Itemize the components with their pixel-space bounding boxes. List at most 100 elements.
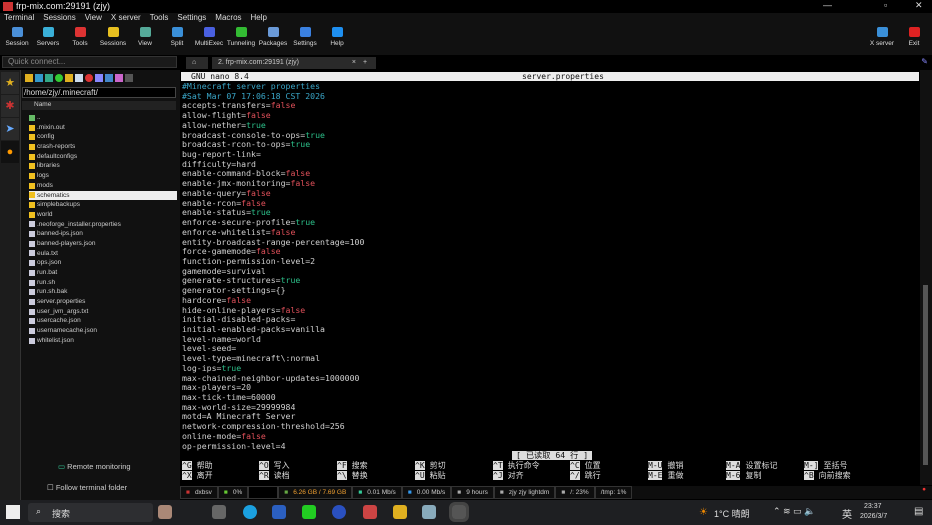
file-item[interactable]: usernamecache.json [29,326,177,336]
file-item[interactable]: simplebackups [29,200,177,210]
edge-icon[interactable] [243,505,257,519]
file-item[interactable]: world [29,210,177,220]
news-widget-icon[interactable] [158,505,172,519]
menu-sessions[interactable]: Sessions [43,13,75,25]
shortcut[interactable]: ^K 剪切 [415,461,446,471]
clock-date[interactable]: 2026/3/7 [860,513,887,520]
follow-folder-checkbox[interactable]: ☐ Follow terminal folder [47,483,127,492]
close-session-icon[interactable]: ● [922,486,926,499]
new-tab-button[interactable]: + [358,57,376,69]
file-item[interactable]: run.bat [29,268,177,278]
shortcut[interactable]: ^F 搜索 [337,461,368,471]
file-item[interactable]: run.sh [29,278,177,288]
shortcut[interactable]: M-6 复制 [726,471,761,481]
menu-tools[interactable]: Tools [150,13,169,25]
file-item[interactable]: libraries [29,161,177,171]
tray-icons[interactable]: ⌃ ≋ ▭ 🔈 [773,506,815,517]
notification-icon[interactable]: ▤ [914,506,923,517]
toolbar-packages[interactable]: Packages [256,27,290,47]
shortcut[interactable]: ^B 向前搜索 [804,471,851,481]
toolbar-tunneling[interactable]: Tunneling [224,27,258,47]
wand-icon[interactable] [115,74,123,82]
toolbar-exit[interactable]: Exit [897,27,931,47]
menu-x-server[interactable]: X server [111,13,141,25]
shortcut[interactable]: ^/ 跳行 [570,471,601,481]
file-item[interactable]: mods [29,181,177,191]
weather-label[interactable]: 1°C 晴朗 [714,507,750,520]
file-item[interactable]: .. [29,113,177,123]
shortcut[interactable]: ^G 帮助 [182,461,213,471]
file-item[interactable]: logs [29,171,177,181]
file-item[interactable]: eula.txt [29,249,177,259]
rename-icon[interactable] [95,74,103,82]
menu-settings[interactable]: Settings [177,13,206,25]
toolbar-servers[interactable]: Servers [31,27,65,47]
tools-icon[interactable]: ✱ [1,95,19,117]
shortcut[interactable]: M-E 重做 [648,471,683,481]
search-box[interactable]: ⌕ 搜索 [28,503,153,522]
new-folder-icon[interactable] [65,74,73,82]
shortcut[interactable]: ^T 执行命令 [493,461,540,471]
file-item[interactable]: usercache.json [29,316,177,326]
toolbar-help[interactable]: Help [320,27,354,47]
minimize-button[interactable]: — [823,0,832,10]
shortcut[interactable]: ^R 读档 [259,471,290,481]
file-item[interactable]: .mixin.out [29,123,177,133]
file-item[interactable]: banned-ips.json [29,229,177,239]
tools-app-icon[interactable] [363,505,377,519]
shortcut[interactable]: M-U 撤销 [648,461,683,471]
file-item[interactable]: run.sh.bak [29,287,177,297]
wechat-icon[interactable] [302,505,316,519]
shortcut[interactable]: ^X 离开 [182,471,213,481]
download-icon[interactable] [35,74,43,82]
terminal-icon[interactable] [125,74,133,82]
delete-icon[interactable] [85,74,93,82]
folder-up-icon[interactable] [25,74,33,82]
menu-terminal[interactable]: Terminal [4,13,34,25]
star-icon[interactable]: ★ [1,72,19,94]
toolbar-session[interactable]: Session [0,27,34,47]
name-column-header[interactable]: Name [22,101,176,110]
toolbar-sessions[interactable]: Sessions [96,27,130,47]
menu-help[interactable]: Help [251,13,267,25]
toolbar-multiexec[interactable]: MultiExec [192,27,226,47]
start-icon[interactable] [6,505,20,519]
upload-icon[interactable] [45,74,53,82]
toolbar-settings[interactable]: Settings [288,27,322,47]
shortcut[interactable]: ^U 粘贴 [415,471,446,481]
shortcut[interactable]: M-] 至括号 [804,461,847,471]
notepad-icon[interactable] [422,505,436,519]
file-item[interactable]: config [29,132,177,142]
file-item[interactable]: crash-reports [29,142,177,152]
maximize-button[interactable]: ▫ [884,0,887,10]
close-tab-icon[interactable]: × [352,59,356,66]
toolbar-split[interactable]: Split [160,27,194,47]
tab-session[interactable]: 2. frp-mix.com:29191 (zjy) × [212,57,362,69]
shortcut[interactable]: M-A 设置标记 [726,461,777,471]
task-view-icon[interactable] [212,505,226,519]
path-input[interactable]: /home/zjy/.minecraft/ [22,87,176,98]
toolbar-tools[interactable]: Tools [63,27,97,47]
menu-view[interactable]: View [85,13,102,25]
file-item[interactable]: .neoforge_installer.properties [29,220,177,230]
shortcut[interactable]: ^O 写入 [259,461,290,471]
send-icon[interactable]: ➤ [1,118,19,140]
refresh-icon[interactable] [55,74,63,82]
file-item[interactable]: server.properties [29,297,177,307]
file-item[interactable]: user_jvm_args.txt [29,307,177,317]
home-tab[interactable]: ⌂ [186,57,208,69]
mobaxterm-icon[interactable] [449,502,469,522]
explorer-icon[interactable] [393,505,407,519]
word-icon[interactable] [272,505,286,519]
file-item[interactable]: ops.json [29,258,177,268]
sftp-icon[interactable]: ● [1,141,19,163]
menu-macros[interactable]: Macros [215,13,241,25]
toolbar-view[interactable]: View [128,27,162,47]
scrollbar[interactable] [920,70,932,485]
quick-connect-input[interactable]: Quick connect... [2,56,177,68]
view-icon[interactable] [105,74,113,82]
file-item[interactable]: schematics [29,190,177,201]
remote-monitoring-button[interactable]: ▭ Remote monitoring [58,462,131,471]
file-item[interactable]: whitelist.json [29,336,177,346]
terminal[interactable]: GNU nano 8.4 server.properties #Minecraft… [180,70,920,485]
